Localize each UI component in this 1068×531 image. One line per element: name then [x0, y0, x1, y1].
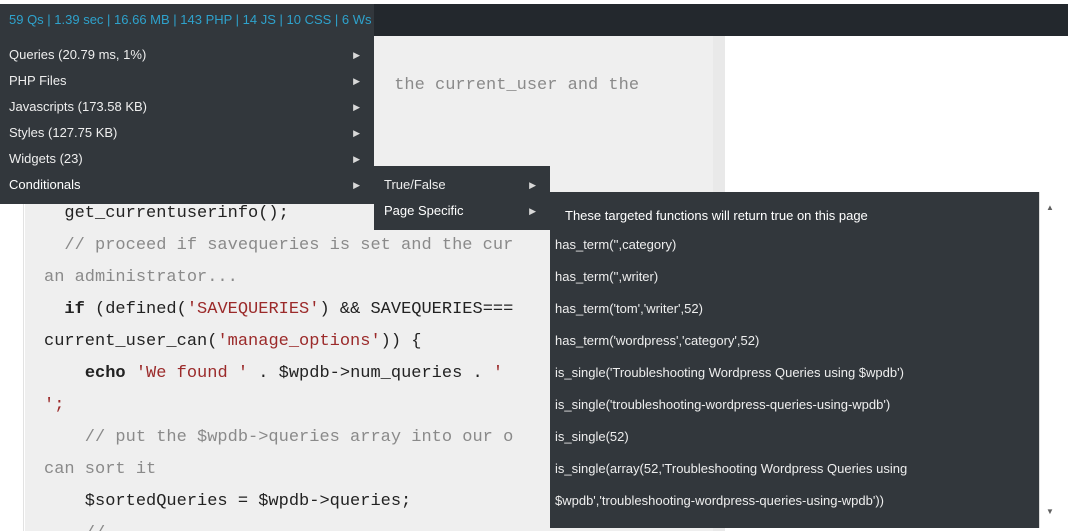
- code-text: . $wpdb->num_queries .: [248, 364, 493, 383]
- code-line: echo 'We found ' . $wpdb->num_queries . …: [44, 364, 503, 384]
- code-comment-line: an administrator...: [44, 268, 238, 287]
- list-item[interactable]: is_single('Troubleshooting Wordpress Que…: [555, 357, 1035, 389]
- menu-item-styles[interactable]: Styles (127.75 KB) ▶: [0, 120, 374, 146]
- list-item[interactable]: has_term('',category): [555, 229, 1035, 261]
- triangle-right-icon: ▶: [529, 180, 536, 190]
- list-item[interactable]: is_single('troubleshooting-wordpress-que…: [555, 389, 1035, 421]
- menu-item-label: Javascripts (173.58 KB): [9, 99, 148, 114]
- menu-item-label: Widgets (23): [9, 151, 83, 166]
- triangle-right-icon: ▶: [353, 102, 360, 112]
- code-line: current_user_can('manage_options')) {: [44, 332, 421, 352]
- menu-item-label: Queries (20.79 ms, 1%): [9, 47, 147, 62]
- code-text: ) && SAVEQUERIES===: [319, 300, 514, 319]
- list-item[interactable]: has_term('',writer): [555, 261, 1035, 293]
- triangle-right-icon: ▶: [353, 50, 360, 60]
- triangle-right-icon: ▶: [529, 206, 536, 216]
- menu-item-queries[interactable]: Queries (20.79 ms, 1%) ▶: [0, 42, 374, 68]
- list-item[interactable]: has_term('wordpress','category',52): [555, 325, 1035, 357]
- code-keyword: echo: [84, 364, 126, 383]
- list-item[interactable]: is_single(52): [555, 421, 1035, 453]
- code-string: ': [492, 364, 504, 383]
- triangle-right-icon: ▶: [353, 180, 360, 190]
- triangle-right-icon: ▶: [353, 76, 360, 86]
- code-text: (defined(: [84, 300, 187, 319]
- list-item[interactable]: has_term('tom','writer',52): [555, 293, 1035, 325]
- submenu-item-label: True/False: [384, 177, 446, 192]
- panel-scrollbar[interactable]: ▲ ▼: [1039, 192, 1060, 528]
- code-comment-line: //: [44, 524, 105, 531]
- submenu-item-true-false[interactable]: True/False ▶: [374, 172, 550, 198]
- query-monitor-menu: Queries (20.79 ms, 1%) ▶ PHP Files ▶ Jav…: [0, 36, 374, 204]
- page-specific-panel: These targeted functions will return tru…: [550, 192, 1060, 528]
- menu-item-conditionals[interactable]: Conditionals ▶: [0, 172, 374, 198]
- list-item[interactable]: is_single(array(52,'Troubleshooting Word…: [555, 453, 1035, 485]
- menu-item-widgets[interactable]: Widgets (23) ▶: [0, 146, 374, 172]
- conditionals-submenu: True/False ▶ Page Specific ▶: [374, 166, 550, 230]
- code-line: the current_user and the: [384, 76, 640, 95]
- menu-item-label: Styles (127.75 KB): [9, 125, 118, 140]
- code-comment-line: // proceed if savequeries is set and the…: [44, 236, 514, 255]
- code-comment-line: can sort it: [44, 460, 157, 479]
- code-keyword: if: [64, 300, 85, 319]
- code-line: if (defined('SAVEQUERIES') && SAVEQUERIE…: [44, 300, 513, 320]
- menu-item-javascripts[interactable]: Javascripts (173.58 KB) ▶: [0, 94, 374, 120]
- code-line: ';: [44, 396, 65, 415]
- conditional-function-list: has_term('',category) has_term('',writer…: [555, 229, 1035, 517]
- code-string: 'manage_options': [217, 332, 381, 351]
- menu-item-php-files[interactable]: PHP Files ▶: [0, 68, 374, 94]
- submenu-item-page-specific[interactable]: Page Specific ▶: [374, 198, 550, 224]
- triangle-right-icon: ▶: [353, 128, 360, 138]
- triangle-down-icon[interactable]: ▼: [1040, 504, 1060, 520]
- list-item[interactable]: $wpdb','troubleshooting-wordpress-querie…: [555, 485, 1035, 517]
- submenu-item-label: Page Specific: [384, 203, 464, 218]
- triangle-up-icon[interactable]: ▲: [1040, 200, 1060, 216]
- code-line: get_currentuserinfo();: [44, 204, 289, 223]
- code-text: )) {: [380, 332, 422, 351]
- triangle-right-icon: ▶: [353, 154, 360, 164]
- code-line: $sortedQueries = $wpdb->queries;: [44, 492, 412, 511]
- code-text: current_user_can(: [44, 332, 218, 351]
- code-comment-line: // put the $wpdb->queries array into our…: [44, 428, 514, 447]
- panel-header: These targeted functions will return tru…: [565, 208, 868, 223]
- menu-item-label: PHP Files: [9, 73, 67, 88]
- query-monitor-stats-button[interactable]: 59 Qs | 1.39 sec | 16.66 MB | 143 PHP | …: [0, 4, 374, 36]
- code-string: 'We found ': [135, 364, 249, 383]
- menu-item-label: Conditionals: [9, 177, 81, 192]
- code-string: 'SAVEQUERIES': [186, 300, 320, 319]
